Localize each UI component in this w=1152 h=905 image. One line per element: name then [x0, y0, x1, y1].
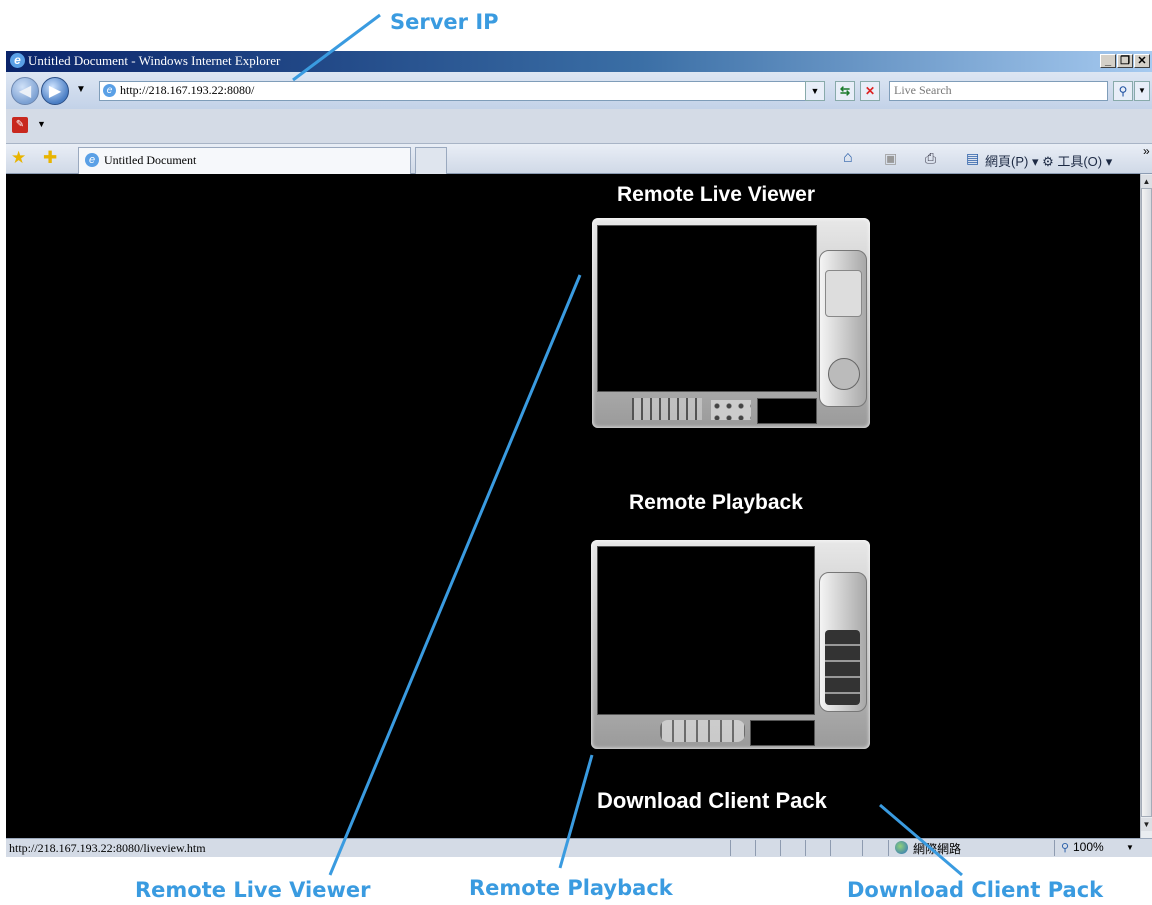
- playback-title[interactable]: Remote Playback: [629, 491, 803, 515]
- playback-transport-buttons: [660, 720, 745, 742]
- minimize-button[interactable]: _: [1100, 54, 1116, 68]
- back-icon[interactable]: ◀: [11, 77, 39, 105]
- callout-playback: Remote Playback: [469, 876, 673, 900]
- home-icon[interactable]: ⌂: [843, 149, 853, 167]
- status-divider: [862, 840, 863, 856]
- new-tab-button[interactable]: [415, 147, 447, 174]
- status-divider: [830, 840, 831, 856]
- status-divider: [730, 840, 731, 856]
- overflow-chevron-icon[interactable]: »: [1143, 144, 1150, 158]
- stop-icon[interactable]: ✕: [860, 81, 880, 101]
- status-divider: [805, 840, 806, 856]
- status-divider: [755, 840, 756, 856]
- command-bar: [6, 109, 1152, 144]
- maximize-button[interactable]: ❐: [1117, 54, 1133, 68]
- playback-panel-buttons: [825, 630, 860, 705]
- security-zone[interactable]: 網際網路: [913, 840, 961, 857]
- live-viewer-title[interactable]: Remote Live Viewer: [617, 183, 815, 207]
- callout-server-ip: Server IP: [390, 10, 499, 34]
- print-icon[interactable]: ⎙: [925, 150, 936, 167]
- address-text: http://218.167.193.22:8080/: [120, 83, 255, 97]
- callout-live-viewer: Remote Live Viewer: [135, 878, 371, 902]
- playback-info-box: [750, 720, 815, 746]
- status-divider: [780, 840, 781, 856]
- ie-logo-icon: e: [10, 53, 25, 68]
- page-menu-icon[interactable]: ▤: [966, 150, 979, 167]
- close-button[interactable]: ✕: [1134, 54, 1150, 68]
- search-options-dropdown[interactable]: ▼: [1134, 81, 1150, 101]
- status-divider: [888, 840, 889, 856]
- address-dropdown-button[interactable]: ▼: [805, 81, 825, 101]
- globe-icon: [895, 841, 908, 854]
- forward-icon[interactable]: ▶: [41, 77, 69, 105]
- playback-screen: [597, 546, 815, 715]
- add-favorite-icon[interactable]: ✚: [43, 148, 57, 168]
- callout-download: Download Client Pack: [847, 878, 1104, 902]
- live-viewer-display-pad: [825, 270, 862, 317]
- live-viewer-screen: [597, 225, 817, 392]
- status-divider: [1054, 840, 1055, 856]
- status-url: http://218.167.193.22:8080/liveview.htm: [9, 841, 206, 855]
- live-viewer-info-box: [757, 398, 817, 424]
- window-title: Untitled Document - Windows Internet Exp…: [28, 53, 281, 68]
- live-viewer-ptz-pad: [828, 358, 860, 390]
- page-content: [6, 174, 1140, 838]
- download-client-pack-link[interactable]: Download Client Pack: [597, 788, 827, 814]
- live-viewer-round-buttons: [711, 400, 751, 420]
- scrollbar-thumb[interactable]: [1141, 188, 1152, 817]
- scroll-up-button[interactable]: ▲: [1141, 175, 1152, 188]
- feeds-icon[interactable]: ▣: [884, 150, 897, 167]
- zoom-dropdown[interactable]: ▼: [1126, 843, 1134, 852]
- search-icon[interactable]: ⚲: [1113, 81, 1133, 101]
- tab-label: Untitled Document: [104, 153, 197, 167]
- page-icon: e: [103, 84, 116, 97]
- search-placeholder: Live Search: [894, 83, 952, 97]
- tab-page-icon: e: [85, 153, 99, 167]
- refresh-icon[interactable]: ⇆: [835, 81, 855, 101]
- star-icon[interactable]: ★: [11, 148, 26, 168]
- recent-pages-dropdown[interactable]: ▼: [76, 84, 86, 95]
- scroll-down-button[interactable]: ▼: [1141, 818, 1152, 831]
- pdf-dropdown[interactable]: ▼: [37, 119, 46, 129]
- page-menu[interactable]: 網頁(P) ▾ ⚙ 工具(O) ▾: [985, 151, 1112, 170]
- zoom-icon: ⚲: [1061, 842, 1070, 854]
- zoom-level[interactable]: 100%: [1073, 840, 1104, 854]
- live-viewer-layout-buttons: [632, 398, 702, 420]
- pdf-icon[interactable]: ✎: [12, 117, 28, 133]
